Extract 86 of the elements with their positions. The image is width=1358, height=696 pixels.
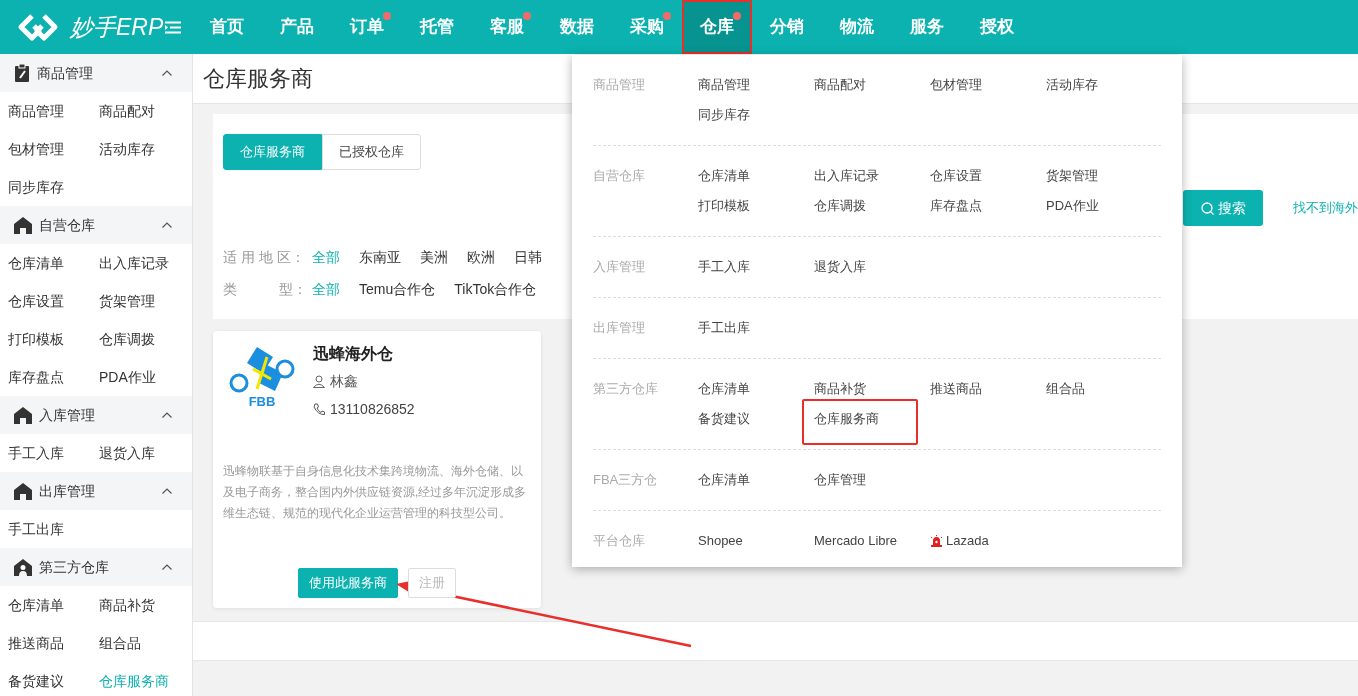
- person-house-icon: [14, 558, 32, 576]
- menu-link[interactable]: 退货入库: [814, 252, 866, 282]
- clipboard-icon: [14, 64, 30, 82]
- menu-link[interactable]: 仓库清单: [698, 374, 750, 404]
- filter-label: 适 用 地 区：: [223, 247, 306, 267]
- menu-link[interactable]: 推送商品: [930, 374, 982, 404]
- brand-name: 妙手ERP: [70, 12, 164, 42]
- menu-link[interactable]: 打印模板: [698, 191, 750, 221]
- search-icon: [1200, 201, 1214, 215]
- phone-number: 13110826852: [330, 399, 415, 419]
- sidebar-link[interactable]: 库存盘点: [0, 358, 91, 396]
- menu-link[interactable]: 出入库记录: [814, 161, 879, 191]
- sidebar-link[interactable]: 商品补货: [91, 586, 192, 624]
- menu-link[interactable]: 手工入库: [698, 252, 750, 282]
- menu-group-label: 出库管理: [593, 319, 646, 337]
- filter-option[interactable]: 欧洲: [467, 246, 495, 268]
- phone-icon: [313, 402, 325, 416]
- sidebar-link[interactable]: 手工出库: [0, 510, 91, 548]
- menu-link[interactable]: 仓库管理: [814, 465, 866, 495]
- menu-link[interactable]: 仓库清单: [698, 161, 750, 191]
- menu-link[interactable]: 包材管理: [930, 70, 982, 100]
- filter-label: 类 型：: [223, 279, 308, 299]
- sidebar-link[interactable]: 推送商品: [0, 624, 91, 662]
- menu-group-label: 平台仓库: [593, 532, 646, 550]
- sidebar-group-header[interactable]: 自营仓库: [0, 206, 192, 244]
- menu-link[interactable]: 仓库清单: [698, 465, 750, 495]
- alarm-light-icon: [930, 535, 943, 547]
- provider-description: 迅蜂物联基于自身信息化技术集跨境物流、海外仓储、以及电子商务，整合国内外供应链资源,经过多年沉淀形成多维生态链、规范的现代化企业运营管理的科技型公司。: [223, 463, 528, 522]
- contact-name: 林鑫: [330, 371, 358, 391]
- logo-text: FBB: [248, 395, 276, 409]
- filter-option[interactable]: 美洲: [420, 246, 448, 268]
- sidebar-link[interactable]: 仓库清单: [0, 244, 91, 282]
- house-icon: [14, 406, 32, 424]
- menu-link[interactable]: 组合品: [1046, 374, 1085, 404]
- provider-name: 迅蜂海外仓: [313, 344, 394, 364]
- sidebar-link[interactable]: 出入库记录: [91, 244, 192, 282]
- sidebar-group-header[interactable]: 出库管理: [0, 472, 192, 510]
- filter-option[interactable]: 日韩: [514, 246, 542, 268]
- sidebar-link[interactable]: 商品配对: [91, 92, 192, 130]
- sidebar-link[interactable]: 仓库设置: [0, 282, 91, 320]
- menu-link[interactable]: Shopee: [698, 526, 743, 556]
- menu-link[interactable]: 商品管理: [698, 70, 750, 100]
- sidebar-link[interactable]: 活动库存: [91, 130, 192, 168]
- tab[interactable]: 已授权仓库: [322, 134, 421, 170]
- sidebar-group-header[interactable]: 入库管理: [0, 396, 192, 434]
- sidebar-link[interactable]: 组合品: [91, 624, 192, 662]
- menu-icon[interactable]: [165, 20, 181, 34]
- menu-group-label: 入库管理: [593, 258, 646, 276]
- sidebar-link[interactable]: 退货入库: [91, 434, 192, 472]
- sidebar-link[interactable]: 备货建议: [0, 662, 91, 696]
- filter-option[interactable]: Temu合作仓: [359, 278, 436, 300]
- sidebar-link[interactable]: 手工入库: [0, 434, 91, 472]
- user-icon: [313, 374, 325, 388]
- house-icon: [14, 216, 32, 234]
- menu-group-label: 第三方仓库: [593, 380, 659, 398]
- menu-group-label: 自营仓库: [593, 167, 646, 185]
- menu-link[interactable]: 货架管理: [1046, 161, 1098, 191]
- sidebar-link[interactable]: 包材管理: [0, 130, 91, 168]
- menu-link[interactable]: 同步库存: [698, 100, 750, 130]
- sidebar-link[interactable]: 商品管理: [0, 92, 91, 130]
- sidebar-link[interactable]: 打印模板: [0, 320, 91, 358]
- menu-link[interactable]: Mercado Libre: [814, 526, 898, 556]
- menu-link[interactable]: 库存盘点: [930, 191, 982, 221]
- sidebar-link[interactable]: 货架管理: [91, 282, 192, 320]
- menu-link[interactable]: PDA作业: [1046, 191, 1099, 221]
- menu-link[interactable]: 活动库存: [1046, 70, 1098, 100]
- sidebar-link[interactable]: 仓库调拨: [91, 320, 192, 358]
- menu-link[interactable]: 商品补货: [814, 374, 866, 404]
- filter-option[interactable]: TikTok合作仓: [454, 278, 537, 300]
- sidebar-link[interactable]: 仓库清单: [0, 586, 91, 624]
- sidebar-group-header[interactable]: 商品管理: [0, 54, 192, 92]
- menu-group-label: 商品管理: [593, 76, 646, 94]
- menu-link[interactable]: 仓库服务商: [814, 404, 879, 434]
- menu-link[interactable]: 备货建议: [698, 404, 750, 434]
- page-title: 仓库服务商: [203, 65, 313, 93]
- menu-link[interactable]: 仓库调拨: [814, 191, 866, 221]
- menu-link[interactable]: Lazada: [930, 526, 989, 556]
- menu-link[interactable]: 手工出库: [698, 313, 750, 343]
- sidebar-link[interactable]: PDA作业: [91, 358, 192, 396]
- sidebar-link[interactable]: 同步库存: [0, 168, 91, 206]
- menu-link[interactable]: 仓库设置: [930, 161, 982, 191]
- filter-option[interactable]: 东南亚: [359, 246, 401, 268]
- sidebar-group-header[interactable]: 第三方仓库: [0, 548, 192, 586]
- menu-group-label: FBA三方仓: [593, 471, 659, 489]
- menu-link[interactable]: 商品配对: [814, 70, 866, 100]
- house-icon: [14, 482, 32, 500]
